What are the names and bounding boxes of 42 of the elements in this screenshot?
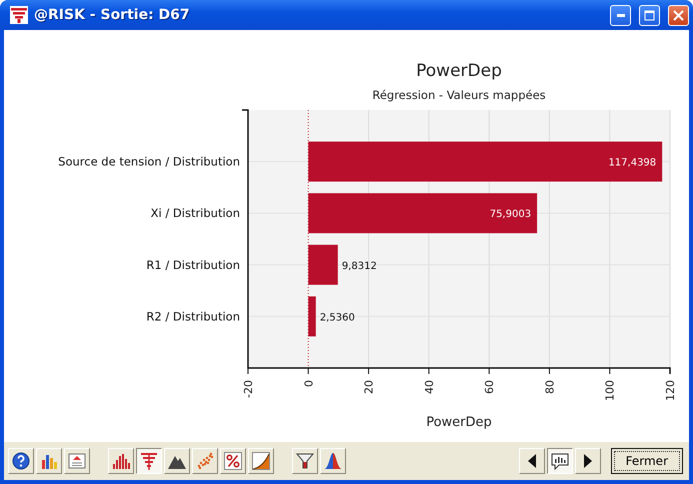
tick-label: 100: [604, 380, 617, 401]
document-icon: [67, 451, 87, 471]
maximize-button[interactable]: [639, 4, 660, 26]
curve-icon: [251, 451, 271, 471]
category-label: Source de tension / Distribution: [58, 154, 240, 169]
tick-label: 80: [543, 380, 556, 394]
histogram-icon: [111, 451, 131, 471]
category-label: R1 / Distribution: [146, 258, 240, 272]
close-button[interactable]: [668, 4, 689, 26]
category-label: R2 / Distribution: [146, 309, 240, 324]
tick-label: 0: [302, 380, 316, 387]
close-icon: [673, 10, 684, 20]
maximize-icon: [644, 10, 655, 20]
tick-label: 20: [362, 380, 376, 394]
funnel-icon: [295, 451, 315, 471]
scatter-icon: [195, 451, 215, 471]
tick-label: 120: [664, 380, 677, 401]
bar: [308, 244, 338, 285]
right-triangle-icon: [584, 454, 592, 468]
tick-label: -20: [242, 380, 255, 398]
window-title: @RISK - Sortie: D67: [34, 7, 191, 23]
chart-subtitle: Régression - Valeurs mappées: [372, 88, 546, 102]
toolbar-button[interactable]: [546, 448, 573, 474]
help-icon: [11, 451, 31, 471]
tick-label: 40: [422, 380, 436, 394]
close-window-button[interactable]: Fermer: [610, 448, 683, 474]
category-label: Xi / Distribution: [150, 206, 240, 220]
tornado-icon: [139, 451, 159, 471]
minimize-icon: [616, 14, 624, 16]
value-label: 2,5360: [320, 312, 355, 324]
percent-icon: [223, 451, 243, 471]
axis-title: PowerDep: [426, 415, 492, 430]
value-label: 75,9003: [490, 209, 532, 220]
bell-curve-icon: [323, 451, 343, 471]
value-label: 117,4398: [608, 158, 656, 169]
left-triangle-icon: [528, 454, 536, 468]
speech-bubble-icon: [550, 451, 570, 471]
chart-title: PowerDep: [416, 61, 502, 81]
tick-label: 60: [483, 380, 496, 394]
minimize-button[interactable]: [610, 4, 631, 26]
value-label: 9,8312: [342, 260, 377, 272]
app-logo-icon: [10, 6, 28, 24]
